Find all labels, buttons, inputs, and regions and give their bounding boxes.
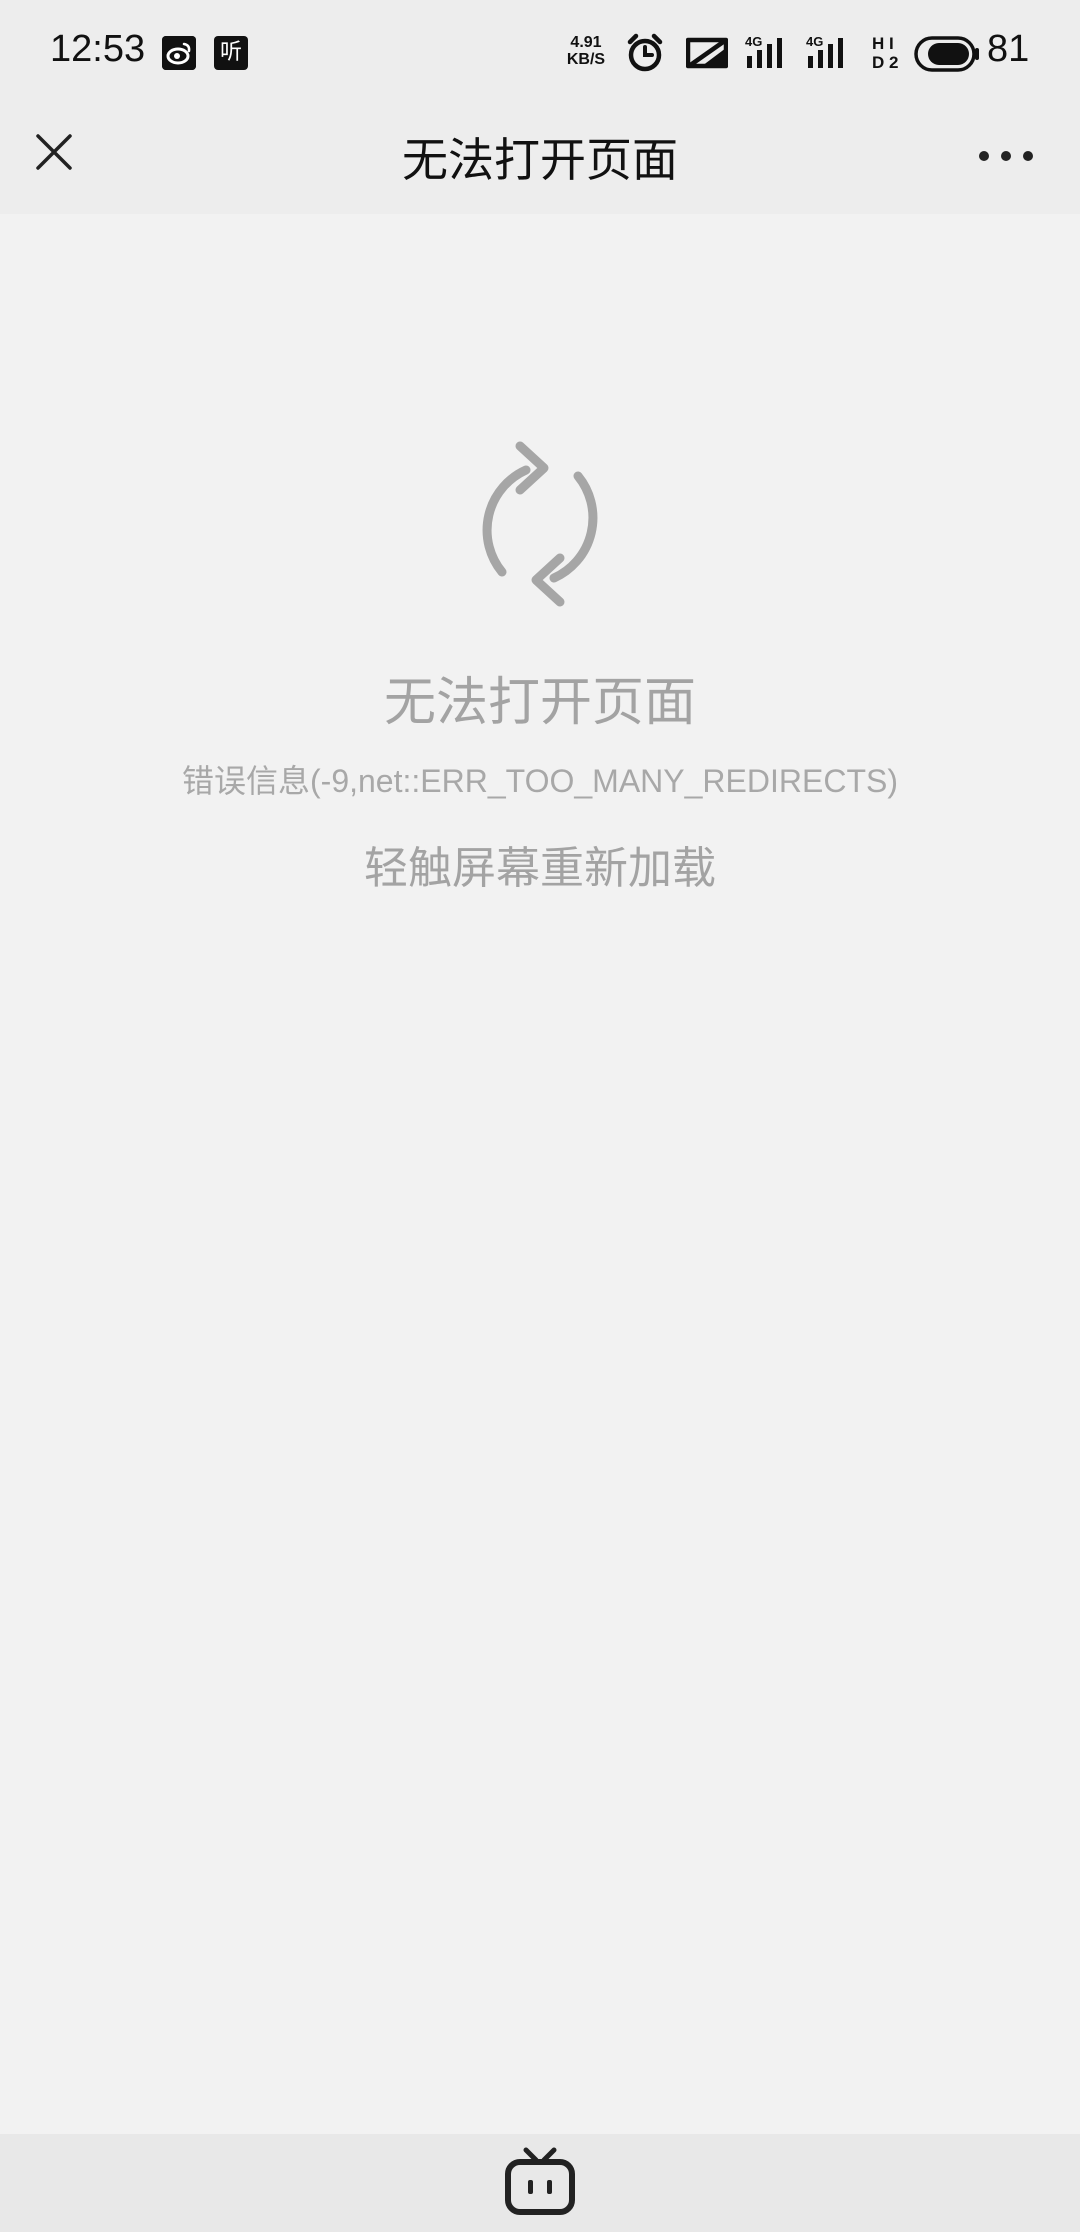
hd-label: H I D 2 [872, 34, 898, 72]
reload-hint[interactable]: 轻触屏幕重新加载 [0, 832, 1080, 896]
error-detail: 错误信息(-9,net::ERR_TOO_MANY_REDIRECTS) [182, 763, 898, 799]
page-title: 无法打开页面 [402, 133, 678, 187]
status-bar: 12:53 听 4.91 KB/S 4G 4G H I D 2 81 [0, 0, 1080, 108]
hd-label-top: H I [872, 34, 894, 53]
battery-level: 81 [987, 28, 1030, 70]
signal-2-icon [808, 38, 843, 68]
error-content[interactable]: 无法打开页面 错误信息(-9,net::ERR_TOO_MANY_REDIREC… [0, 214, 1080, 2134]
reload-icon [482, 441, 598, 607]
alarm-icon [627, 33, 663, 72]
signal-1-icon [747, 38, 782, 68]
bilibili-tv-icon[interactable] [504, 2146, 576, 2216]
signal-off-icon [686, 37, 728, 69]
status-time: 12:53 [50, 28, 146, 70]
ting-label: 听 [219, 40, 242, 65]
error-page-screen[interactable]: 12:53 听 4.91 KB/S 4G 4G H I D 2 81 无法打开页… [0, 0, 1080, 2232]
ting-icon: 听 [214, 36, 248, 70]
net-speed-value: 4.91 [570, 34, 602, 51]
net-speed: 4.91 KB/S [562, 34, 610, 68]
bottom-bar [0, 2134, 1080, 2232]
nav-bar: 无法打开页面 [0, 108, 1080, 214]
more-icon[interactable] [976, 136, 1036, 176]
weibo-icon [162, 36, 196, 70]
error-title: 无法打开页面 [383, 673, 696, 733]
net-speed-unit: KB/S [566, 51, 606, 68]
hd-label-bottom: D 2 [872, 53, 899, 72]
battery-icon [914, 36, 979, 72]
